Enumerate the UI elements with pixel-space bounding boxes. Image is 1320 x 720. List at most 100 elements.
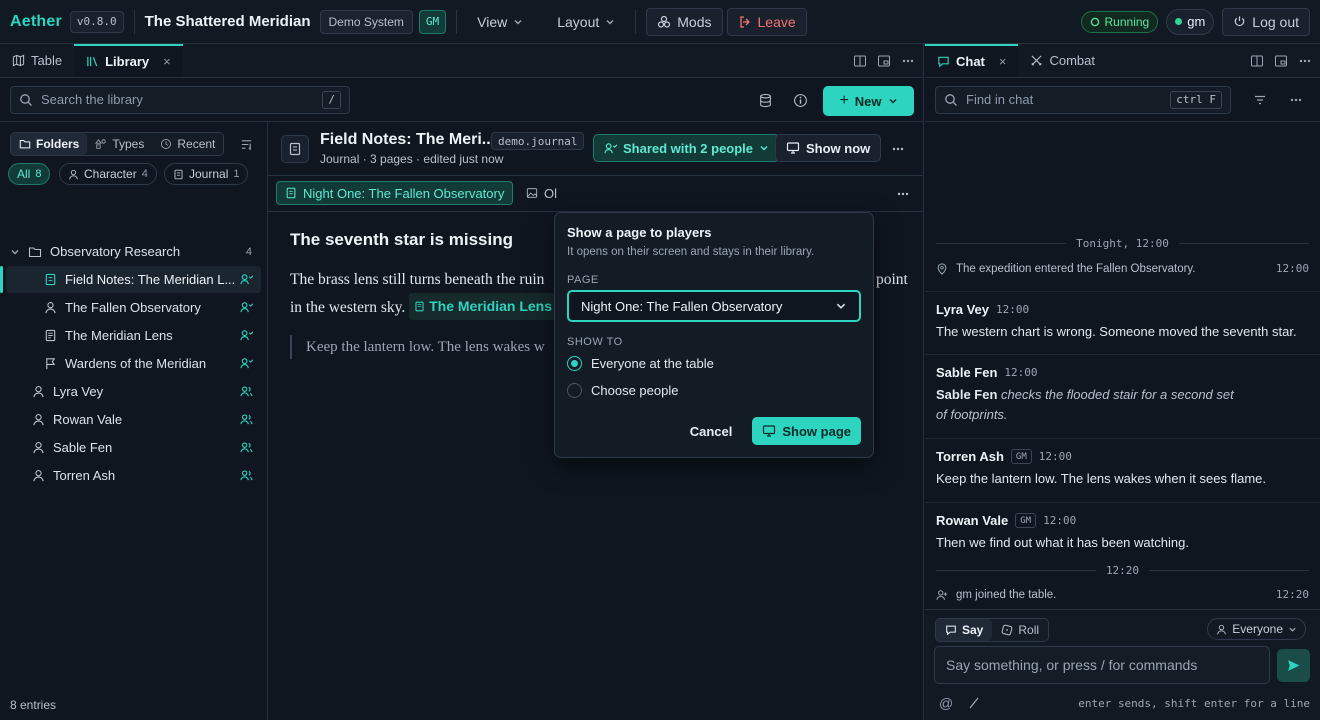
mods-icon (657, 15, 671, 29)
view-types[interactable]: Types (87, 133, 152, 155)
tree-character-sable-fen[interactable]: Sable Fen (6, 434, 261, 461)
filter-journal[interactable]: Journal 1 (164, 163, 249, 185)
chat-log: Tonight, 12:00 The expedition entered th… (925, 122, 1320, 609)
journal-icon (173, 169, 184, 180)
radio-unchecked-icon (567, 383, 582, 398)
author[interactable]: Sable Fen (936, 365, 997, 380)
dice-icon (1001, 624, 1013, 636)
author[interactable]: Rowan Vale (936, 513, 1008, 528)
journal-icon (44, 273, 57, 286)
tab-library[interactable]: Library × (74, 44, 183, 77)
popout-icon[interactable] (877, 54, 891, 68)
tab-table[interactable]: Table (0, 44, 74, 77)
audience-select[interactable]: Everyone (1207, 618, 1306, 640)
app-logo[interactable]: Aether (10, 13, 62, 31)
folder-observatory-research[interactable]: Observatory Research 4 (10, 238, 260, 265)
tree-character-lyra-vey[interactable]: Lyra Vey (6, 378, 261, 405)
person-icon (32, 469, 45, 482)
info-icon[interactable] (793, 93, 808, 108)
page-tab-2[interactable]: Ol (518, 181, 565, 205)
view-recent[interactable]: Recent (152, 133, 223, 155)
close-tab-icon[interactable]: × (163, 54, 171, 69)
shared-users-icon (240, 301, 253, 314)
time-divider: Tonight, 12:00 (936, 237, 1309, 250)
page-tab-night-one[interactable]: Night One: The Fallen Observatory (276, 181, 514, 205)
mode-roll[interactable]: Roll (992, 619, 1048, 641)
document-type-tag: demo.journal (491, 132, 585, 150)
location-pin-icon (936, 262, 948, 275)
location-icon (44, 301, 57, 314)
more-icon[interactable] (1289, 93, 1303, 107)
database-icon[interactable] (758, 93, 773, 108)
filter-character[interactable]: Character 4 (59, 163, 157, 185)
tree-character-torren-ash[interactable]: Torren Ash (6, 462, 261, 489)
tree-entry-fallen-observatory[interactable]: The Fallen Observatory (6, 294, 261, 321)
system-message: gm joined the table. 12:20 (936, 588, 1309, 601)
tab-combat[interactable]: Combat (1018, 44, 1107, 77)
chevron-down-icon (1288, 625, 1297, 634)
document-header: Field Notes: The Meri... demo.journal Jo… (268, 122, 924, 176)
mods-button[interactable]: Mods (646, 7, 723, 36)
radio-everyone[interactable]: Everyone at the table (567, 350, 861, 377)
tree-entry-wardens[interactable]: Wardens of the Meridian (6, 350, 261, 377)
author[interactable]: Lyra Vey (936, 302, 989, 317)
filter-all[interactable]: All 8 (8, 163, 51, 185)
popover-actions: Cancel Show page (680, 417, 861, 445)
mode-say[interactable]: Say (936, 619, 993, 641)
gm-badge: GM (1010, 449, 1032, 464)
slash-command-icon[interactable] (968, 697, 980, 709)
tree-entry-field-notes[interactable]: Field Notes: The Meridian L... (6, 266, 261, 293)
tab-chat[interactable]: Chat × (925, 44, 1019, 77)
person-icon (32, 441, 45, 454)
tree-entry-meridian-lens[interactable]: The Meridian Lens (6, 322, 261, 349)
show-page-button[interactable]: Show page (752, 417, 861, 445)
sort-icon[interactable] (240, 138, 253, 151)
new-button[interactable]: + New (823, 86, 914, 116)
user-menu[interactable]: gm (1166, 8, 1215, 35)
layout-menu[interactable]: Layout (547, 8, 625, 36)
chat-search-input[interactable]: Find in chat ctrl F (935, 85, 1231, 114)
author[interactable]: Torren Ash (936, 449, 1004, 464)
view-folders[interactable]: Folders (11, 133, 88, 155)
view-menu[interactable]: View (467, 8, 533, 36)
emote-actor: Sable Fen (936, 387, 998, 402)
logout-button[interactable]: Log out (1222, 7, 1310, 36)
cancel-button[interactable]: Cancel (680, 417, 743, 445)
right-tab-bar: Chat × Combat (925, 44, 1320, 78)
library-search-input[interactable]: Search the library / (10, 85, 350, 114)
left-pane: Table Library × Search the library / + New… (0, 44, 924, 720)
clock-icon (160, 138, 172, 150)
chat-input[interactable]: Say something, or press / for commands (934, 646, 1270, 684)
folder-icon (28, 245, 42, 259)
filter-icon[interactable] (1253, 93, 1267, 107)
person-icon (1216, 624, 1227, 635)
radio-choose-people[interactable]: Choose people (567, 377, 861, 404)
search-shortcut: ctrl F (1170, 90, 1222, 109)
right-tab-actions (1250, 44, 1312, 78)
popover-subtitle: It opens on their screen and stays in th… (567, 246, 815, 258)
chat-toolbar: Find in chat ctrl F (925, 78, 1320, 122)
tree-character-rowan-vale[interactable]: Rowan Vale (6, 406, 261, 433)
split-icon[interactable] (1250, 54, 1264, 68)
split-icon[interactable] (853, 54, 867, 68)
chat-message: Torren Ash GM 12:00 Keep the lantern low. … (925, 438, 1320, 502)
send-button[interactable] (1277, 649, 1310, 682)
page-select[interactable]: Night One: The Fallen Observatory (567, 290, 861, 322)
chevron-down-icon (513, 17, 523, 27)
entity-link-meridian-lens[interactable]: The Meridian Lens (409, 293, 558, 320)
swords-icon (1030, 54, 1043, 67)
shared-users-icon (604, 142, 617, 155)
more-icon[interactable] (896, 187, 910, 201)
more-icon[interactable] (901, 54, 915, 68)
library-icon (86, 55, 99, 68)
show-now-button[interactable]: Show now (775, 134, 882, 162)
mention-icon[interactable]: @ (939, 695, 953, 711)
more-icon[interactable] (891, 142, 905, 156)
session-title: The Shattered Meridian (144, 13, 311, 30)
users-icon (240, 385, 253, 398)
leave-button[interactable]: Leave (726, 7, 807, 36)
popout-icon[interactable] (1274, 54, 1288, 68)
more-icon[interactable] (1298, 54, 1312, 68)
share-button[interactable]: Shared with 2 people (593, 134, 781, 162)
close-tab-icon[interactable]: × (999, 54, 1007, 69)
